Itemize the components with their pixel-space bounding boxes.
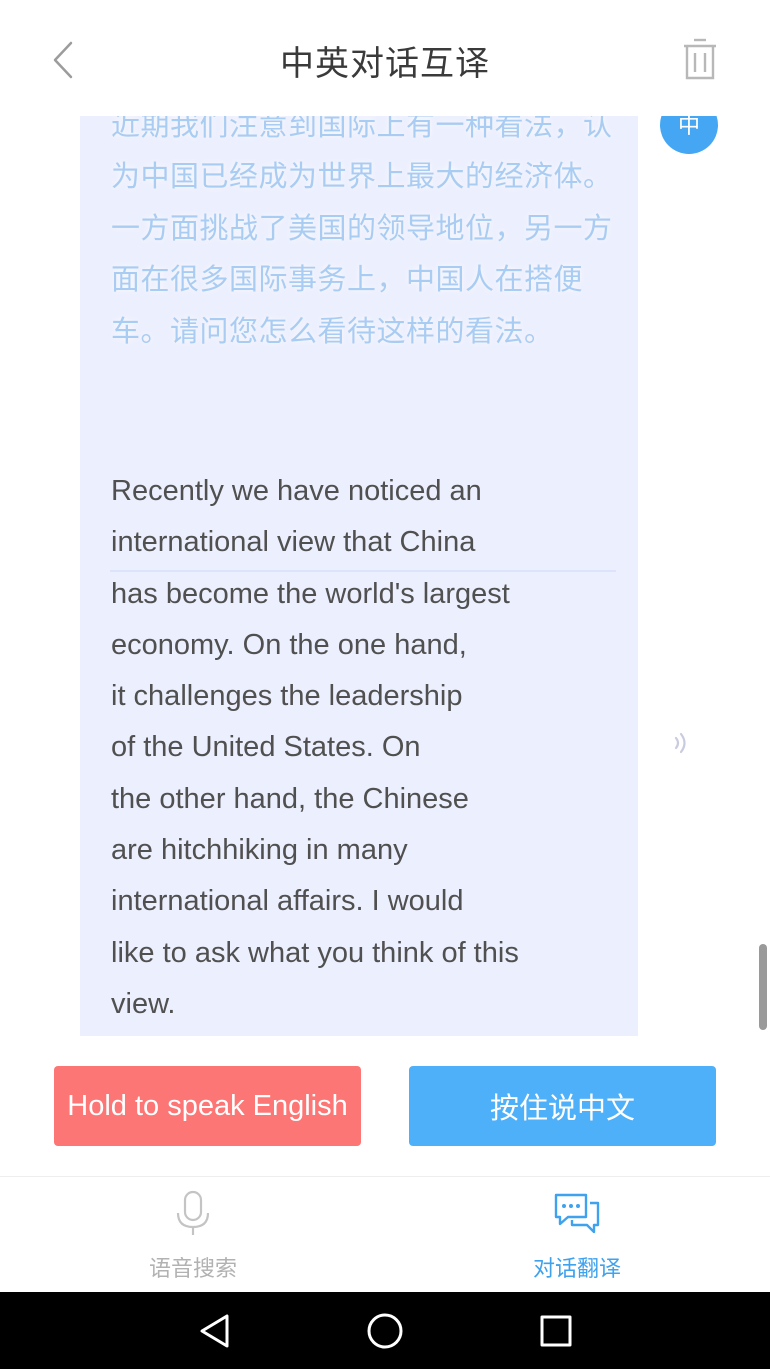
system-home-button[interactable] <box>360 1306 410 1356</box>
delete-button[interactable] <box>676 32 724 86</box>
tab-voice-search[interactable]: 语音搜索 <box>93 1177 293 1293</box>
chat-bubbles-icon <box>554 1193 600 1234</box>
trash-icon <box>684 38 716 80</box>
system-recents-button[interactable] <box>531 1306 581 1356</box>
triangle-back-icon <box>200 1314 229 1348</box>
speaker-icon <box>674 732 686 754</box>
message-bubble[interactable]: 近期我们注意到国际上有一种看法，认为中国已经成为世界上最大的经济体。一方面挑战了… <box>80 116 686 1036</box>
square-recents-icon <box>540 1315 572 1347</box>
chinese-speaker-badge: 中 <box>660 116 718 154</box>
system-nav-bar <box>0 1292 770 1369</box>
tab-voice-search-label: 语音搜索 <box>148 1257 237 1282</box>
translation-text: Recently we have noticed an internationa… <box>111 475 519 1020</box>
hold-to-speak-chinese-button[interactable]: 按住说中文 <box>409 1066 716 1146</box>
tab-dialog-translation[interactable]: 对话翻译 <box>477 1177 677 1293</box>
conversation-area[interactable]: 近期我们注意到国际上有一种看法，认为中国已经成为世界上最大的经济体。一方面挑战了… <box>0 116 770 1036</box>
scrollbar[interactable] <box>759 944 767 1030</box>
source-text: 近期我们注意到国际上有一种看法，认为中国已经成为世界上最大的经济体。一方面挑战了… <box>111 116 613 348</box>
system-back-button[interactable] <box>190 1306 240 1356</box>
microphone-icon <box>176 1190 210 1235</box>
circle-home-icon <box>367 1313 403 1349</box>
play-translation-button[interactable] <box>668 728 692 758</box>
page-title: 中英对话互译 <box>280 44 490 84</box>
bottom-nav: 语音搜索 对话翻译 <box>0 1176 770 1293</box>
tab-dialog-translation-label: 对话翻译 <box>532 1257 621 1282</box>
title-bar: 中英对话互译 <box>0 0 770 116</box>
hold-to-speak-english-button[interactable]: Hold to speak English <box>54 1066 361 1146</box>
app-screen: 中英对话互译 近期我们注意到国际上有一种看法，认为中国已经成为世界上最大的经济体… <box>0 0 770 1369</box>
badge-label: 中 <box>677 116 700 139</box>
